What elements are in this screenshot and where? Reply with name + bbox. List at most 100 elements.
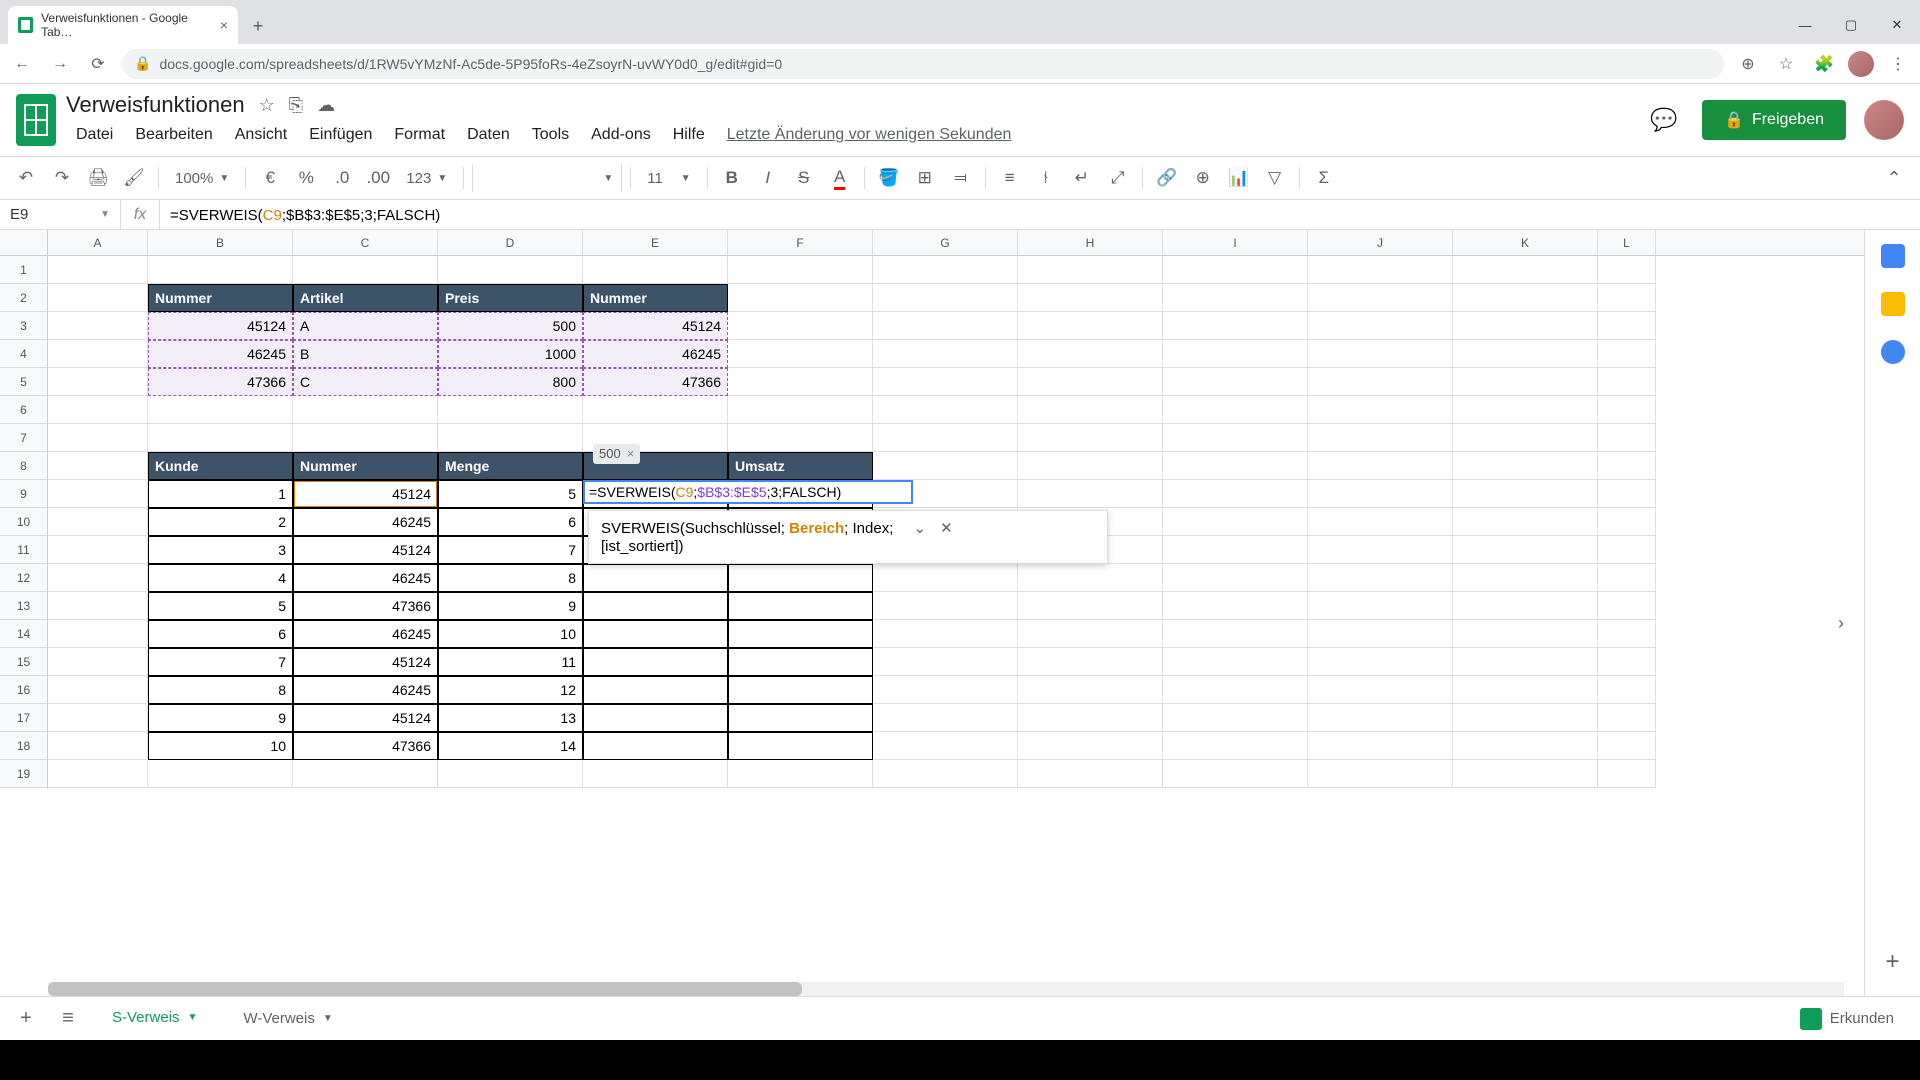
cell[interactable]	[1598, 536, 1656, 564]
cell-editor[interactable]: =SVERWEIS(C9;$B$3:$E$5;3;FALSCH)	[583, 480, 913, 504]
cell[interactable]	[438, 396, 583, 424]
row-header[interactable]: 14	[0, 620, 47, 648]
currency-icon[interactable]: €	[254, 162, 286, 194]
cell[interactable]	[583, 620, 728, 648]
cell[interactable]: Artikel	[293, 284, 438, 312]
cell[interactable]	[438, 760, 583, 788]
cell[interactable]: B	[293, 340, 438, 368]
row-header[interactable]: 16	[0, 676, 47, 704]
col-header[interactable]: I	[1163, 230, 1308, 255]
cell[interactable]	[728, 396, 873, 424]
cell[interactable]	[1163, 704, 1308, 732]
select-all-corner[interactable]	[0, 230, 48, 255]
cell[interactable]	[1598, 368, 1656, 396]
cell[interactable]	[1453, 480, 1598, 508]
horizontal-scrollbar[interactable]	[48, 982, 1844, 996]
menu-datei[interactable]: Datei	[66, 122, 123, 148]
row-header[interactable]: 13	[0, 592, 47, 620]
cell[interactable]	[1453, 508, 1598, 536]
cell[interactable]	[1163, 368, 1308, 396]
cell[interactable]	[1163, 732, 1308, 760]
cell[interactable]	[1598, 340, 1656, 368]
cell[interactable]	[1308, 424, 1453, 452]
cell[interactable]	[1308, 676, 1453, 704]
zoom-icon[interactable]: ⊕	[1734, 50, 1762, 78]
cell[interactable]: 1000	[438, 340, 583, 368]
profile-avatar[interactable]	[1864, 100, 1904, 140]
cell[interactable]	[728, 676, 873, 704]
cell[interactable]	[873, 592, 1018, 620]
name-box[interactable]: E9 ▼	[0, 206, 120, 223]
row-header[interactable]: 18	[0, 732, 47, 760]
cell[interactable]	[1163, 284, 1308, 312]
cell[interactable]	[583, 396, 728, 424]
row-header[interactable]: 3	[0, 312, 47, 340]
cell[interactable]	[1308, 480, 1453, 508]
cell[interactable]	[1308, 340, 1453, 368]
star-icon[interactable]: ☆	[259, 95, 275, 116]
cell[interactable]	[1018, 452, 1163, 480]
cell[interactable]	[873, 340, 1018, 368]
cell[interactable]: 13	[438, 704, 583, 732]
text-color-icon[interactable]: A	[824, 162, 856, 194]
cell[interactable]	[1598, 452, 1656, 480]
cell[interactable]	[728, 368, 873, 396]
cell[interactable]: Nummer	[583, 284, 728, 312]
cell[interactable]	[1598, 564, 1656, 592]
comments-icon[interactable]: 💬	[1644, 100, 1684, 140]
cell[interactable]	[583, 732, 728, 760]
col-header[interactable]: B	[148, 230, 293, 255]
new-tab-button[interactable]: +	[244, 12, 272, 40]
cell[interactable]: A	[293, 312, 438, 340]
cell[interactable]	[1018, 424, 1163, 452]
menu-format[interactable]: Format	[384, 122, 455, 148]
cells-area[interactable]: NummerArtikelPreisNummer45124A5004512446…	[48, 256, 1864, 788]
cell[interactable]	[1598, 396, 1656, 424]
calendar-icon[interactable]	[1881, 244, 1905, 268]
cell[interactable]	[1598, 704, 1656, 732]
cell[interactable]	[873, 284, 1018, 312]
cell[interactable]: Umsatz	[728, 452, 873, 480]
wrap-icon[interactable]: ↵	[1066, 162, 1098, 194]
cell[interactable]	[1598, 592, 1656, 620]
cell[interactable]	[728, 620, 873, 648]
comment-icon[interactable]: ⊕	[1187, 162, 1219, 194]
maximize-icon[interactable]: ▢	[1828, 6, 1874, 44]
col-header[interactable]: G	[873, 230, 1018, 255]
chart-icon[interactable]: 📊	[1223, 162, 1255, 194]
merge-icon[interactable]: ⫤	[945, 162, 977, 194]
browser-tab[interactable]: Verweisfunktionen - Google Tab… ×	[8, 6, 238, 44]
cell[interactable]	[728, 592, 873, 620]
cell[interactable]	[1308, 536, 1453, 564]
borders-icon[interactable]: ⊞	[909, 162, 941, 194]
url-input[interactable]: 🔒 docs.google.com/spreadsheets/d/1RW5vYM…	[122, 49, 1724, 79]
cell[interactable]: 47366	[293, 732, 438, 760]
cell[interactable]	[1308, 452, 1453, 480]
menu-tools[interactable]: Tools	[522, 122, 579, 148]
row-header[interactable]: 4	[0, 340, 47, 368]
cell[interactable]	[1308, 592, 1453, 620]
rotate-icon[interactable]: ⤢	[1102, 162, 1134, 194]
decrease-decimal-icon[interactable]: .0	[326, 162, 358, 194]
cell[interactable]	[1163, 676, 1308, 704]
cell[interactable]	[1598, 312, 1656, 340]
cell[interactable]	[583, 564, 728, 592]
cell[interactable]	[1453, 676, 1598, 704]
percent-icon[interactable]: %	[290, 162, 322, 194]
col-header[interactable]: K	[1453, 230, 1598, 255]
cell[interactable]	[1598, 732, 1656, 760]
cell[interactable]: 2	[148, 508, 293, 536]
v-align-icon[interactable]: ⫮	[1030, 162, 1062, 194]
col-header[interactable]: C	[293, 230, 438, 255]
cell[interactable]	[1598, 760, 1656, 788]
cell[interactable]	[1453, 648, 1598, 676]
cell[interactable]	[1018, 368, 1163, 396]
cell[interactable]: 46245	[148, 340, 293, 368]
cell[interactable]	[583, 592, 728, 620]
cell[interactable]	[1018, 396, 1163, 424]
row-header[interactable]: 17	[0, 704, 47, 732]
hide-panel-icon[interactable]: ›	[1838, 613, 1864, 639]
formula-input[interactable]: =SVERWEIS(C9;$B$3:$E$5;3;FALSCH)	[160, 206, 1920, 224]
cell[interactable]: C	[293, 368, 438, 396]
col-header[interactable]: J	[1308, 230, 1453, 255]
